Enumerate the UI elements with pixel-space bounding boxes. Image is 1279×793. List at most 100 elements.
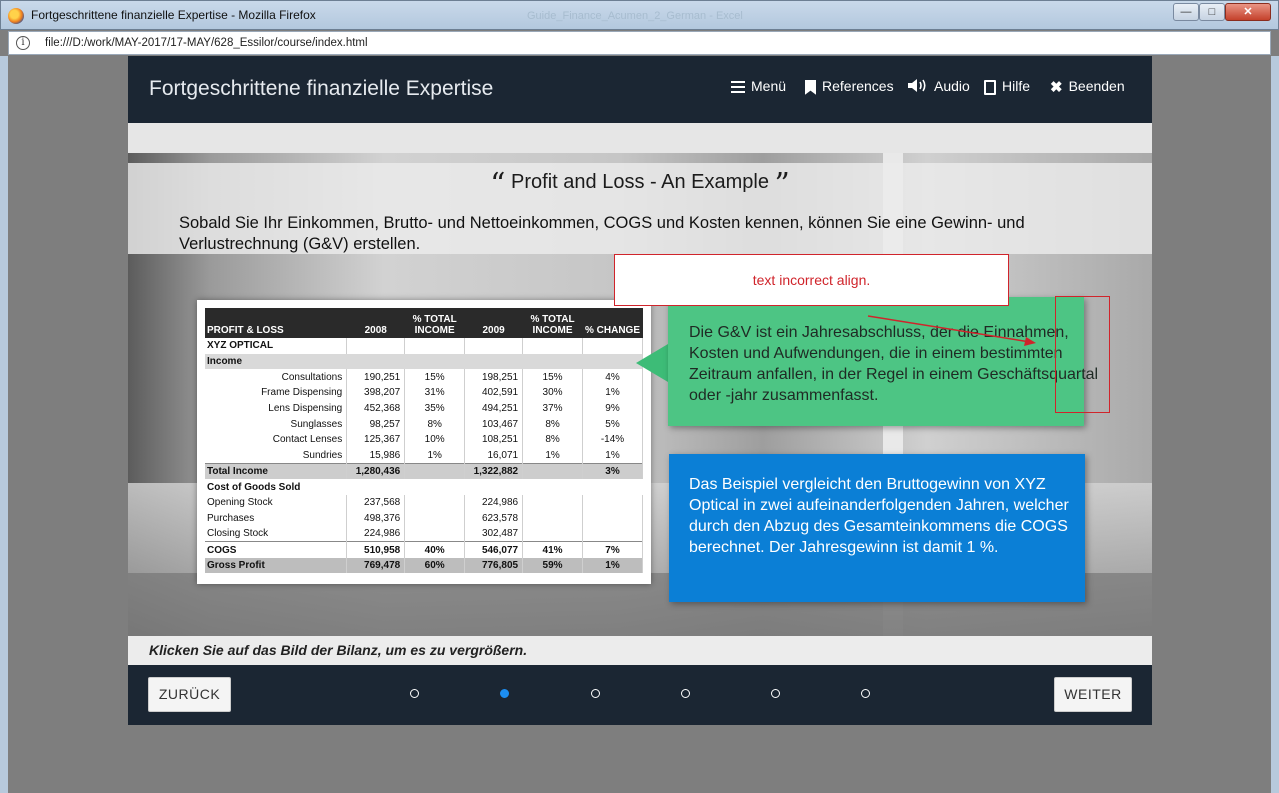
speaker-icon <box>908 78 928 96</box>
table-cell: 190,251 <box>346 369 406 386</box>
pagination-dot[interactable] <box>681 689 690 698</box>
table-cell: 40% <box>404 541 466 558</box>
definition-callout: Die G&V ist ein Jahresabschluss, der die… <box>668 297 1098 426</box>
table-row: Closing Stock 224,986 302,487 <box>205 526 643 542</box>
intro-text: Sobald Sie Ihr Einkommen, Brutto- und Ne… <box>179 214 1025 253</box>
table-cell <box>522 338 584 354</box>
caption-band: Klicken Sie auf das Bild der Bilanz, um … <box>128 636 1152 665</box>
table-cell: Lens Dispensing <box>205 400 348 417</box>
table-cell: 237,568 <box>346 494 406 511</box>
profit-loss-table-image[interactable]: PROFIT & LOSS 2008 % TOTAL INCOME 2009 %… <box>197 300 651 584</box>
table-cell: 1% <box>404 447 466 464</box>
caption-text: Klicken Sie auf das Bild der Bilanz, um … <box>149 642 528 658</box>
minimize-button[interactable]: — <box>1173 3 1199 21</box>
table-cell: Contact Lenses <box>205 432 348 448</box>
table-cell: 15,986 <box>346 447 406 464</box>
table-row: Consultations 190,251 15% 198,251 15% 4% <box>205 369 643 386</box>
pagination-dot[interactable] <box>500 689 509 698</box>
table-cell: -14% <box>582 432 643 448</box>
table-cell: 623,578 <box>464 510 524 527</box>
table-header-cell: % TOTAL INCOME <box>522 308 583 338</box>
firefox-icon <box>8 8 24 24</box>
table-row: Lens Dispensing 452,368 35% 494,251 37% 9% <box>205 400 643 417</box>
table-section-row: Cost of Goods Sold <box>205 479 643 495</box>
table-cell: Sunglasses <box>205 416 348 433</box>
table-cell: Purchases <box>205 510 348 527</box>
table-cell <box>404 526 466 542</box>
maximize-button[interactable]: □ <box>1199 3 1225 21</box>
table-header-cell: % TOTAL INCOME <box>404 308 465 338</box>
table-cell: 3% <box>582 463 643 480</box>
profit-loss-table: PROFIT & LOSS 2008 % TOTAL INCOME 2009 %… <box>205 308 643 574</box>
table-header-cell: 2008 <box>346 308 405 338</box>
table-cell: 60% <box>404 557 466 574</box>
references-button[interactable]: References <box>805 78 894 98</box>
table-cell: 302,487 <box>464 526 524 542</box>
table-row: Purchases 498,376 623,578 <box>205 510 643 527</box>
table-cell: Opening Stock <box>205 494 348 511</box>
table-cell: 9% <box>582 400 643 417</box>
table-cell: Total Income <box>205 463 348 480</box>
address-bar[interactable]: i file:///D:/work/MAY-2017/17-MAY/628_Es… <box>8 31 1271 55</box>
help-button[interactable]: Hilfe <box>984 78 1030 98</box>
background-window-title: Guide_Finance_Acumen_2_German - Excel <box>527 10 743 22</box>
table-row: Sunglasses 98,257 8% 103,467 8% 5% <box>205 416 643 433</box>
next-button[interactable]: WEITER <box>1054 677 1132 712</box>
table-cell: 224,986 <box>464 494 524 511</box>
table-cell: 31% <box>404 385 466 401</box>
audio-button[interactable]: Audio <box>908 78 970 98</box>
course-title: Fortgeschrittene finanzielle Expertise <box>149 77 494 100</box>
pagination-dot[interactable] <box>410 689 419 698</box>
content-top-stripe <box>128 123 1152 153</box>
example-text: Das Beispiel vergleicht den Bruttogewinn… <box>689 476 1069 556</box>
table-cell: 15% <box>522 369 584 386</box>
menu-icon <box>731 81 745 94</box>
table-header-cell: % CHANGE <box>582 308 643 338</box>
table-cell: 1,280,436 <box>346 463 406 480</box>
table-cell: 8% <box>404 416 466 433</box>
back-button[interactable]: ZURÜCK <box>148 677 231 712</box>
table-row: Contact Lenses 125,367 10% 108,251 8% -14% <box>205 432 643 448</box>
table-cell: Sundries <box>205 447 348 464</box>
table-cell <box>582 494 643 511</box>
table-group-label: Income <box>205 353 643 370</box>
pagination-dot[interactable] <box>771 689 780 698</box>
table-cell: 546,077 <box>464 541 524 558</box>
table-cell: 8% <box>522 416 584 433</box>
table-cell: 224,986 <box>346 526 406 542</box>
bookmark-icon <box>805 79 816 95</box>
table-cell <box>582 526 643 542</box>
company-name: XYZ OPTICAL <box>205 338 348 354</box>
table-row: Opening Stock 237,568 224,986 <box>205 494 643 511</box>
table-cell <box>522 510 584 527</box>
table-cell: 59% <box>522 557 584 574</box>
table-cell <box>522 526 584 542</box>
table-cell <box>522 463 584 480</box>
window-border-right <box>1271 56 1279 793</box>
table-cell <box>346 338 406 354</box>
window-titlebar: Fortgeschrittene finanzielle Expertise -… <box>0 0 1279 30</box>
exit-button[interactable]: ✖ Beenden <box>1050 78 1125 98</box>
table-cell <box>404 494 466 511</box>
course-header: Fortgeschrittene finanzielle Expertise M… <box>128 56 1152 123</box>
pagination-dot[interactable] <box>591 689 600 698</box>
example-callout: Das Beispiel vergleicht den Bruttogewinn… <box>669 454 1085 602</box>
url-text[interactable]: file:///D:/work/MAY-2017/17-MAY/628_Essi… <box>45 37 368 49</box>
table-cell <box>404 510 466 527</box>
open-quote-icon: “ <box>490 167 506 202</box>
table-cell: 16,071 <box>464 447 524 464</box>
table-cell: 5% <box>582 416 643 433</box>
table-cell: 1% <box>582 447 643 464</box>
table-cell: 35% <box>404 400 466 417</box>
references-label: References <box>822 78 894 94</box>
menu-button[interactable]: Menü <box>731 78 786 98</box>
table-cell <box>404 463 466 480</box>
info-icon[interactable]: i <box>16 36 30 50</box>
table-header-cell: PROFIT & LOSS <box>205 308 347 338</box>
table-cell: 510,958 <box>346 541 406 558</box>
window-border-left <box>0 56 8 793</box>
pagination-dot[interactable] <box>861 689 870 698</box>
table-cell: 1% <box>522 447 584 464</box>
close-window-button[interactable]: ✕ <box>1225 3 1271 21</box>
callout-arrow-icon <box>636 344 668 382</box>
